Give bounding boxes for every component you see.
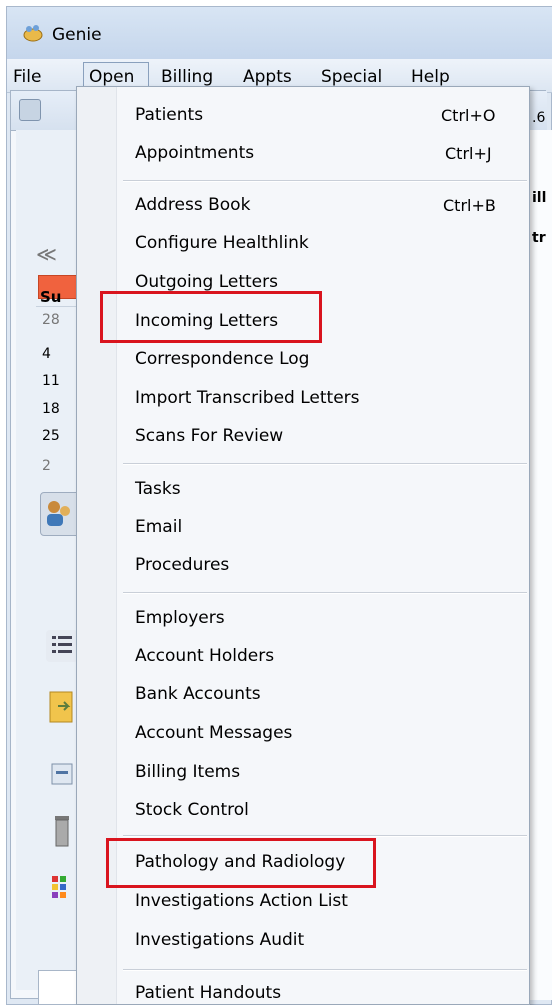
- menu-billing[interactable]: Billing: [161, 67, 213, 87]
- menu-help[interactable]: Help: [411, 67, 450, 87]
- menu-item-scans-for-review[interactable]: Scans For Review: [135, 426, 283, 446]
- calendar-day[interactable]: 11: [42, 373, 60, 389]
- title-bar: Genie: [7, 7, 552, 59]
- calendar-sunday-header: Su: [40, 288, 62, 306]
- menu-item-stock-control[interactable]: Stock Control: [135, 800, 249, 820]
- bottom-input-box[interactable]: [38, 970, 78, 1005]
- calendar-day[interactable]: 25: [42, 428, 60, 444]
- menu-separator: [123, 464, 527, 465]
- shortcut-label: Ctrl+O: [441, 106, 496, 125]
- calendar-day[interactable]: 4: [42, 346, 51, 362]
- menu-file[interactable]: File: [13, 67, 41, 87]
- calendar-day[interactable]: 2: [42, 458, 51, 474]
- menu-item-address-book[interactable]: Address Book: [135, 195, 250, 215]
- right-grid-area: [530, 130, 552, 1000]
- menu-item-billing-items[interactable]: Billing Items: [135, 762, 240, 782]
- folder-icon[interactable]: [46, 688, 78, 723]
- menu-item-account-holders[interactable]: Account Holders: [135, 646, 274, 666]
- menu-item-tasks[interactable]: Tasks: [135, 479, 181, 499]
- card-icon[interactable]: [46, 758, 78, 790]
- menu-item-investigations-audit[interactable]: Investigations Audit: [135, 930, 304, 950]
- menu-separator: [123, 970, 527, 971]
- highlight-box-pathology-and-radiology: [106, 838, 376, 888]
- menu-item-patients[interactable]: Patients: [135, 105, 203, 125]
- menu-open[interactable]: Open: [89, 67, 134, 87]
- menu-appts[interactable]: Appts: [243, 67, 292, 87]
- menu-separator: [123, 836, 527, 837]
- menu-item-import-transcribed-letters[interactable]: Import Transcribed Letters: [135, 388, 360, 408]
- grid-colors-icon[interactable]: [46, 870, 78, 902]
- menu-separator: [123, 181, 527, 182]
- highlight-box-incoming-letters: [100, 291, 322, 343]
- column-header-fragment: tr: [532, 230, 546, 246]
- shortcut-label: Ctrl+J: [445, 144, 492, 163]
- calendar-day[interactable]: 18: [42, 401, 60, 417]
- menu-item-bank-accounts[interactable]: Bank Accounts: [135, 684, 261, 704]
- menu-item-correspondence-log[interactable]: Correspondence Log: [135, 349, 309, 369]
- menu-item-employers[interactable]: Employers: [135, 608, 225, 628]
- calendar-day[interactable]: 28: [42, 312, 60, 328]
- people-icon[interactable]: [40, 492, 80, 536]
- column-header-fragment: ill: [532, 190, 547, 206]
- menu-item-configure-healthlink[interactable]: Configure Healthlink: [135, 233, 309, 253]
- menu-separator: [123, 593, 527, 594]
- window-title: Genie: [52, 25, 102, 45]
- list-icon[interactable]: [46, 630, 78, 662]
- menu-item-outgoing-letters[interactable]: Outgoing Letters: [135, 272, 278, 292]
- previous-month-icon[interactable]: ≪: [36, 242, 57, 266]
- trash-icon[interactable]: [46, 810, 78, 847]
- shortcut-label: Ctrl+B: [443, 196, 496, 215]
- document-icon: [19, 99, 41, 121]
- menu-item-account-messages[interactable]: Account Messages: [135, 723, 292, 743]
- menu-special[interactable]: Special: [321, 67, 382, 87]
- menu-item-investigations-action-list[interactable]: Investigations Action List: [135, 891, 348, 911]
- menu-item-email[interactable]: Email: [135, 517, 182, 537]
- menu-item-appointments[interactable]: Appointments: [135, 143, 254, 163]
- tab-fragment: .6: [532, 110, 546, 126]
- menu-item-procedures[interactable]: Procedures: [135, 555, 229, 575]
- genie-app-icon: [23, 25, 43, 42]
- menu-item-patient-handouts[interactable]: Patient Handouts: [135, 983, 281, 1003]
